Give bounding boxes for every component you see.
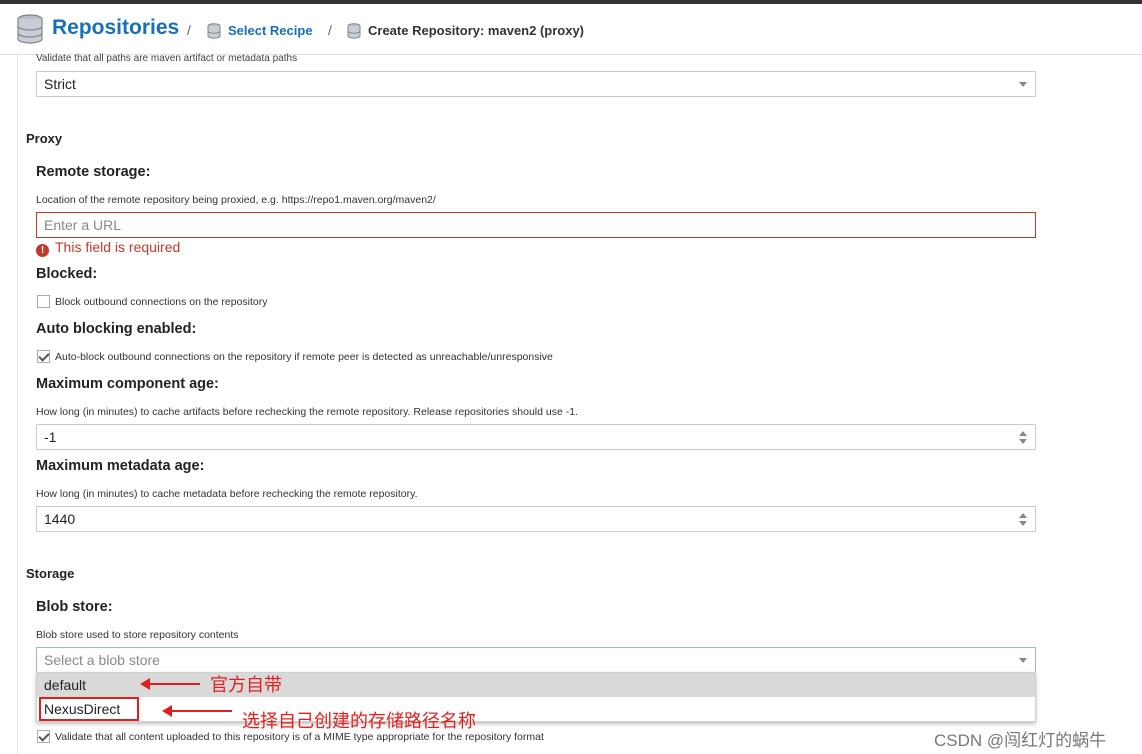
auto-blocking-label: Auto blocking enabled: (36, 321, 197, 337)
max-metadata-age-label: Maximum metadata age: (36, 458, 205, 474)
content-validation-select[interactable]: Strict (36, 71, 1036, 97)
blocked-checkbox[interactable] (37, 295, 50, 308)
max-metadata-age-value: 1440 (44, 511, 76, 527)
blocked-checkbox-label: Block outbound connections on the reposi… (55, 296, 268, 308)
chevron-down-icon (1019, 82, 1027, 87)
spinner-up-icon[interactable] (1019, 513, 1027, 518)
watermark: CSDN @闯红灯的蜗牛 (934, 731, 1107, 750)
crumb-database-icon (347, 23, 361, 39)
arrow-icon (162, 705, 232, 717)
nexusdirect-highlight-box (39, 697, 139, 721)
error-message: This field is required (55, 239, 181, 255)
arrow-icon (140, 678, 200, 690)
blob-store-select[interactable]: Select a blob store (36, 647, 1036, 673)
breadcrumb-current: Create Repository: maven2 (proxy) (368, 23, 585, 38)
max-component-age-value: -1 (44, 429, 57, 445)
database-icon (17, 14, 43, 44)
blob-store-placeholder: Select a blob store (44, 652, 160, 668)
form-left-border (17, 55, 18, 754)
strict-content-checkbox[interactable] (37, 730, 50, 743)
spinner-down-icon[interactable] (1019, 439, 1027, 444)
remote-storage-placeholder: Enter a URL (44, 217, 122, 233)
storage-section-title: Storage (26, 566, 75, 581)
remote-storage-error: ! This field is required (36, 239, 180, 257)
content-validation-help: Validate that all paths are maven artifa… (36, 53, 298, 64)
max-metadata-age-input[interactable]: 1440 (36, 506, 1036, 532)
breadcrumb-select-recipe[interactable]: Select Recipe (228, 23, 313, 38)
max-component-age-input[interactable]: -1 (36, 424, 1036, 450)
crumb-database-icon (207, 23, 221, 39)
max-component-age-help: How long (in minutes) to cache artifacts… (36, 406, 578, 418)
blocked-label: Blocked: (36, 266, 98, 282)
breadcrumb-separator: / (328, 22, 332, 38)
max-component-age-label: Maximum component age: (36, 376, 219, 392)
auto-blocking-checkbox[interactable] (37, 350, 50, 363)
blob-store-label: Blob store: (36, 599, 113, 615)
chevron-down-icon (1019, 658, 1027, 663)
max-metadata-age-help: How long (in minutes) to cache metadata … (36, 488, 418, 500)
nexusdirect-annotation: 选择自己创建的存储路径名称 (242, 711, 476, 731)
blob-store-help: Blob store used to store repository cont… (36, 629, 239, 641)
content-validation-value: Strict (44, 76, 76, 92)
default-annotation: 官方自带 (210, 675, 282, 695)
remote-storage-label: Remote storage: (36, 164, 151, 180)
proxy-section-title: Proxy (26, 131, 63, 146)
blob-store-option-default[interactable]: default (37, 673, 1035, 697)
auto-blocking-checkbox-label: Auto-block outbound connections on the r… (55, 351, 553, 363)
spinner-up-icon[interactable] (1019, 431, 1027, 436)
page-title[interactable]: Repositories (52, 16, 179, 40)
blob-store-option-nexusdirect[interactable]: NexusDirect (37, 697, 1035, 721)
breadcrumb-separator: / (187, 22, 191, 38)
remote-storage-input[interactable]: Enter a URL (36, 212, 1036, 238)
exclamation-circle-icon: ! (36, 244, 49, 257)
remote-storage-help: Location of the remote repository being … (36, 194, 436, 206)
spinner-down-icon[interactable] (1019, 521, 1027, 526)
blob-store-dropdown: default NexusDirect (36, 672, 1036, 722)
